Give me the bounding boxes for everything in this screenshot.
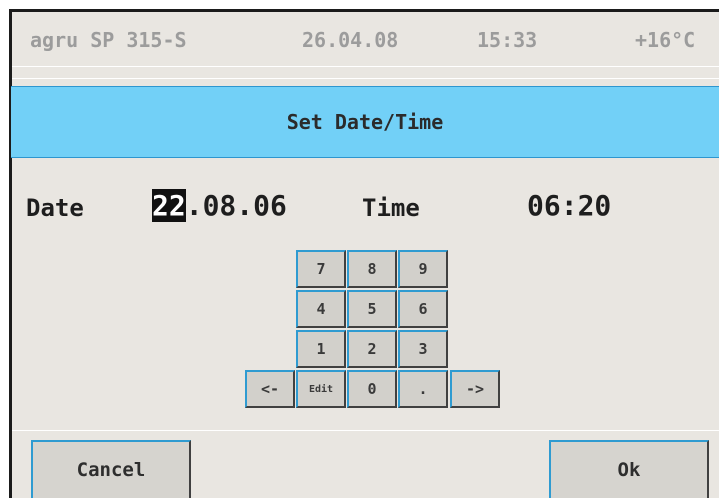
- cursor-right-key[interactable]: ->: [450, 370, 500, 408]
- date-label: Date: [26, 194, 84, 222]
- date-value[interactable]: 22.08.06: [152, 189, 287, 222]
- key-3[interactable]: 3: [398, 330, 448, 368]
- key-dot[interactable]: .: [398, 370, 448, 408]
- status-bar: agru SP 315-S 26.04.08 15:33 +16°C: [12, 12, 719, 66]
- key-0[interactable]: 0: [347, 370, 397, 408]
- dialog-title: Set Date/Time: [11, 86, 719, 158]
- cancel-button[interactable]: Cancel: [31, 440, 191, 498]
- cursor-left-key[interactable]: <-: [245, 370, 295, 408]
- key-9[interactable]: 9: [398, 250, 448, 288]
- key-6[interactable]: 6: [398, 290, 448, 328]
- status-time: 15:33: [477, 28, 538, 52]
- key-7[interactable]: 7: [296, 250, 346, 288]
- key-2[interactable]: 2: [347, 330, 397, 368]
- date-month-year[interactable]: .08.06: [186, 189, 287, 222]
- edit-key[interactable]: Edit: [296, 370, 346, 408]
- footer-divider: [12, 430, 719, 431]
- device-name: agru SP 315-S: [30, 28, 187, 52]
- ok-button[interactable]: Ok: [549, 440, 709, 498]
- status-temperature: +16°C: [635, 28, 696, 52]
- time-value[interactable]: 06:20: [527, 190, 611, 222]
- status-divider-2: [12, 78, 719, 79]
- status-date: 26.04.08: [302, 28, 399, 52]
- status-divider: [12, 66, 719, 67]
- key-5[interactable]: 5: [347, 290, 397, 328]
- key-4[interactable]: 4: [296, 290, 346, 328]
- screen-border-left: [9, 11, 12, 498]
- time-label: Time: [362, 194, 420, 222]
- key-8[interactable]: 8: [347, 250, 397, 288]
- date-day-selected[interactable]: 22: [152, 189, 186, 222]
- key-1[interactable]: 1: [296, 330, 346, 368]
